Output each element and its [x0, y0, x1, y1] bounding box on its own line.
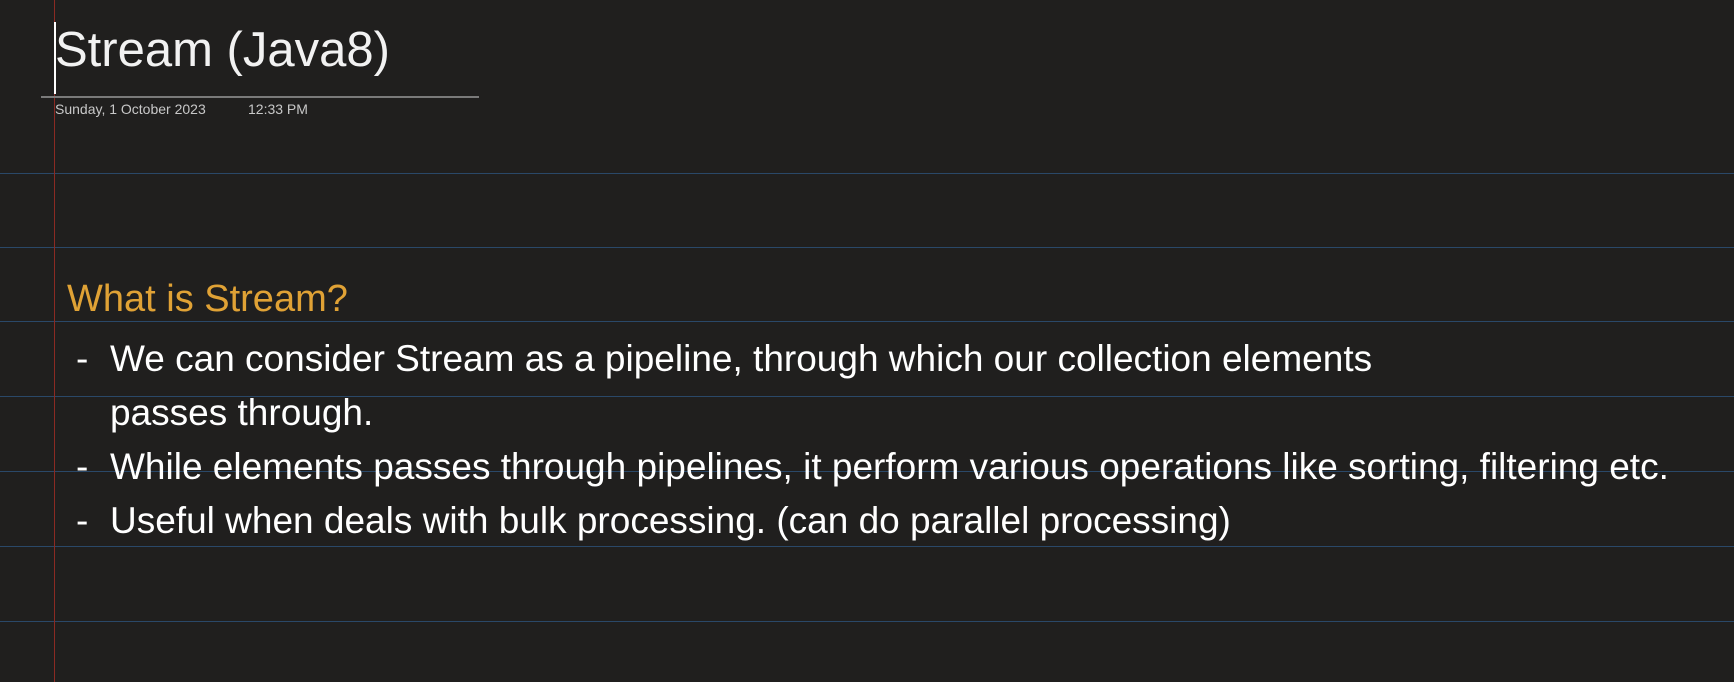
- bullet-dash: -: [76, 500, 89, 541]
- bullet-text[interactable]: While elements passes through pipelines,…: [110, 440, 1670, 494]
- list-item[interactable]: - We can consider Stream as a pipeline, …: [76, 332, 1676, 440]
- ruled-line: [0, 621, 1734, 622]
- page-time: 12:33 PM: [248, 101, 308, 117]
- list-item[interactable]: - While elements passes through pipeline…: [76, 440, 1676, 494]
- bullet-text[interactable]: Useful when deals with bulk processing. …: [110, 494, 1670, 548]
- bullet-list[interactable]: - We can consider Stream as a pipeline, …: [76, 332, 1676, 548]
- bullet-dash: -: [76, 338, 89, 379]
- bullet-dash: -: [76, 446, 89, 487]
- section-heading[interactable]: What is Stream?: [67, 278, 348, 321]
- list-item[interactable]: - Useful when deals with bulk processing…: [76, 494, 1676, 548]
- page-date: Sunday, 1 October 2023: [55, 101, 206, 117]
- title-underline: [41, 96, 479, 98]
- page-title[interactable]: Stream (Java8): [55, 26, 390, 75]
- bullet-text[interactable]: We can consider Stream as a pipeline, th…: [110, 332, 1450, 440]
- ruled-line: [0, 247, 1734, 248]
- ruled-line: [0, 173, 1734, 174]
- ruled-line: [0, 321, 1734, 322]
